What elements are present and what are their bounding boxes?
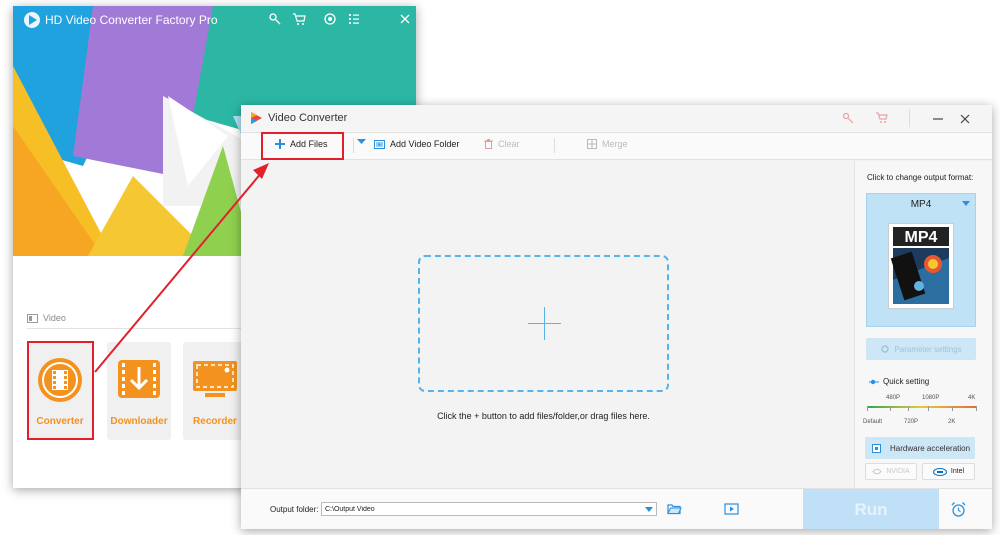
video-section-icon: [27, 313, 38, 323]
vc-window-title: Video Converter: [268, 112, 348, 124]
clear-button[interactable]: Clear: [484, 139, 520, 149]
cart-icon[interactable]: [291, 11, 307, 27]
cart-icon[interactable]: [875, 111, 889, 125]
hardware-acceleration-toggle[interactable]: Hardware acceleration: [865, 437, 975, 459]
main-titlebar: HD Video Converter Factory Pro: [13, 6, 416, 34]
slider-tick: [952, 406, 953, 411]
parameter-settings-label: Parameter settings: [894, 344, 962, 354]
video-section-header: Video: [27, 313, 66, 323]
output-folder-label: Output folder:: [270, 505, 319, 514]
bottom-bar: Output folder: Run: [241, 488, 992, 529]
tick-label-2k: 2K: [948, 419, 956, 425]
quality-slider[interactable]: [867, 406, 977, 408]
clear-label: Clear: [498, 139, 520, 149]
intel-button[interactable]: Intel: [922, 463, 975, 480]
merge-icon: [587, 139, 597, 149]
video-folder-icon[interactable]: [724, 503, 739, 515]
video-section-label: Video: [43, 313, 66, 323]
vc-titlebar: Video Converter: [241, 105, 992, 133]
mp4-format-thumbnail: MP4: [888, 223, 954, 309]
add-files-highlight-box: [261, 132, 344, 160]
app-logo-icon: [24, 12, 40, 28]
quick-setting-label: Quick setting: [883, 377, 930, 386]
plus-icon-vertical: [544, 307, 545, 340]
download-icon: [118, 360, 160, 398]
add-file-dropzone[interactable]: [418, 255, 669, 392]
tick-label-default: Default: [863, 419, 883, 425]
slider-tick: [867, 406, 868, 411]
alarm-clock-icon[interactable]: [950, 501, 967, 518]
app-logo-icon: [251, 112, 262, 124]
add-video-folder-label: Add Video Folder: [390, 139, 460, 149]
key-icon[interactable]: [841, 111, 855, 125]
list-icon[interactable]: [346, 11, 362, 27]
format-name: MP4: [910, 199, 932, 210]
main-window-title: HD Video Converter Factory Pro: [45, 13, 218, 27]
merge-label: Merge: [602, 139, 628, 149]
chevron-down-icon: [962, 201, 970, 206]
close-icon[interactable]: [958, 111, 972, 125]
chevron-down-icon: [357, 139, 366, 144]
tick-label-480p: 480P: [886, 395, 901, 401]
quick-setting-header: Quick setting: [869, 377, 929, 386]
drop-hint-text: Click the + button to add files/folder,o…: [437, 411, 650, 421]
key-icon[interactable]: [267, 11, 283, 27]
downloader-tile[interactable]: Downloader: [107, 342, 171, 440]
nvidia-icon: [872, 468, 882, 475]
toolbar-separator: [353, 138, 354, 153]
tick-label-4k: 4K: [968, 395, 976, 401]
trash-icon: [484, 139, 493, 149]
parameter-settings-button[interactable]: Parameter settings: [866, 338, 976, 360]
slider-tick: [890, 406, 891, 411]
output-format-selector[interactable]: MP4 MP4: [866, 193, 976, 327]
toolbar-separator: [554, 138, 555, 153]
tick-label-720p: 720P: [904, 419, 919, 425]
chevron-down-icon[interactable]: [645, 507, 653, 512]
mp4-thumbnail-label: MP4: [905, 229, 938, 246]
video-converter-window: Video Converter Add Files Add Video Fold…: [241, 105, 992, 529]
recorder-label: Recorder: [193, 416, 237, 427]
merge-button[interactable]: Merge: [587, 139, 628, 149]
slider-tick: [908, 406, 909, 411]
downloader-label: Downloader: [110, 416, 168, 427]
slider-tick: [976, 406, 977, 411]
output-side-panel: Click to change output format: MP4 MP4 P…: [854, 161, 992, 488]
tick-label-1080p: 1080P: [922, 395, 940, 401]
minimize-icon[interactable]: [931, 111, 945, 125]
recorder-tile[interactable]: Recorder: [183, 342, 247, 440]
mp4-thumbnail-icon: MP4: [889, 224, 953, 308]
nvidia-button[interactable]: NVIDIA: [865, 463, 917, 480]
intel-label: Intel: [950, 468, 965, 475]
folder-open-icon[interactable]: [667, 503, 682, 515]
target-icon[interactable]: [322, 11, 338, 27]
video-folder-icon: [374, 140, 385, 149]
titlebar-separator: [909, 109, 910, 127]
intel-logo-icon: [932, 467, 947, 476]
slider-tick: [928, 406, 929, 411]
format-caption: Click to change output format:: [867, 173, 974, 182]
hardware-acceleration-checkbox[interactable]: [872, 443, 881, 453]
add-files-dropdown[interactable]: [357, 139, 366, 145]
output-folder-input[interactable]: [321, 502, 657, 516]
nvidia-label: NVIDIA: [886, 468, 910, 475]
slider-icon: [869, 379, 879, 384]
screen-record-icon: [193, 361, 237, 397]
run-button[interactable]: Run: [803, 489, 939, 529]
add-video-folder-button[interactable]: Add Video Folder: [374, 139, 459, 149]
file-drop-area: Click the + button to add files/folder,o…: [241, 161, 852, 488]
settings-icon: [881, 345, 890, 353]
converter-highlight-box: [27, 341, 94, 440]
hardware-acceleration-label: Hardware acceleration: [890, 443, 971, 453]
close-icon[interactable]: [397, 11, 413, 27]
